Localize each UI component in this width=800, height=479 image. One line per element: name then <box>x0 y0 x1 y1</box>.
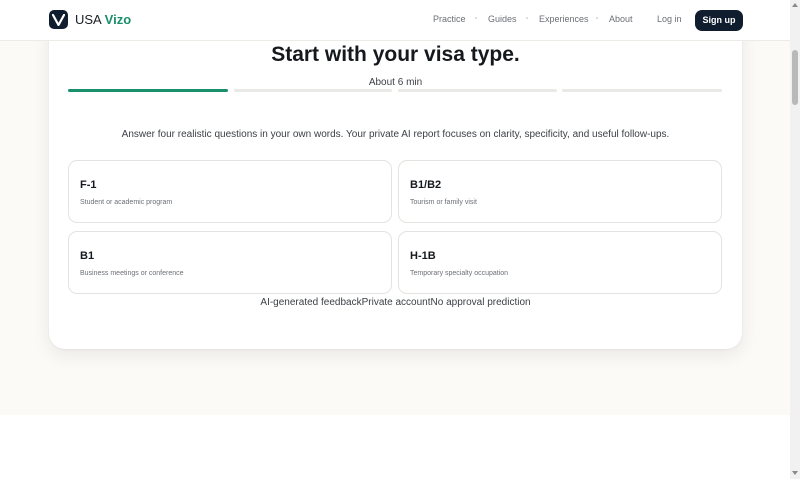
login-link[interactable]: Log in <box>657 14 682 24</box>
page-footer-area <box>0 415 790 479</box>
site-header: USA Vizo Practice Guides Experiences Abo… <box>0 0 790 41</box>
visa-code: H-1B <box>410 250 436 262</box>
visa-description: Student or academic program <box>80 199 173 206</box>
scroll-up-arrow-icon[interactable] <box>792 3 798 7</box>
visa-code: B1 <box>80 250 95 262</box>
signup-button[interactable]: Sign up <box>695 10 743 31</box>
progress-step-2 <box>234 89 392 92</box>
feature-item: Private account <box>361 297 431 308</box>
v-logo-icon <box>49 10 68 29</box>
nav-experiences[interactable]: Experiences <box>539 14 589 24</box>
visa-description: Business meetings or conference <box>80 270 184 277</box>
visa-option-b1[interactable]: B1 Business meetings or conference <box>68 231 392 294</box>
feature-list: AI-generated feedbackPrivate accountNo a… <box>49 297 742 308</box>
visa-description: Tourism or family visit <box>410 199 477 206</box>
duration-label: About 6 min <box>368 77 423 88</box>
nav-separator <box>475 17 477 19</box>
visa-type-card: Start with your visa type. About 6 min A… <box>49 10 742 349</box>
visa-description: Temporary specialty occupation <box>410 270 509 277</box>
nav-about[interactable]: About <box>609 14 633 24</box>
scroll-down-arrow-icon[interactable] <box>792 471 798 475</box>
brand-prefix: USA <box>75 12 102 27</box>
feature-item: AI-generated feedback <box>260 297 362 308</box>
intro-text: Answer four realistic questions in your … <box>121 129 670 140</box>
progress-step-4 <box>562 89 722 92</box>
visa-code: B1/B2 <box>410 179 442 191</box>
page-title: Start with your visa type. <box>271 43 520 66</box>
feature-item: No approval prediction <box>430 297 531 308</box>
visa-option-b1b2[interactable]: B1/B2 Tourism or family visit <box>398 160 722 223</box>
nav-guides[interactable]: Guides <box>488 14 517 24</box>
visa-code: F-1 <box>80 179 97 191</box>
progress-step-1 <box>68 89 228 92</box>
visa-option-f1[interactable]: F-1 Student or academic program <box>68 160 392 223</box>
brand-name: USA Vizo <box>75 12 131 27</box>
page: Start with your visa type. About 6 min A… <box>0 0 790 479</box>
visa-option-h1b[interactable]: H-1B Temporary specialty occupation <box>398 231 722 294</box>
page-scrollbar[interactable] <box>790 0 800 479</box>
nav-practice[interactable]: Practice <box>433 14 466 24</box>
progress-step-3 <box>398 89 557 92</box>
brand-logo[interactable]: USA Vizo <box>49 10 131 29</box>
nav-separator <box>526 17 528 19</box>
brand-accent: Vizo <box>104 12 132 27</box>
nav-separator <box>596 17 598 19</box>
scroll-thumb[interactable] <box>792 50 798 105</box>
